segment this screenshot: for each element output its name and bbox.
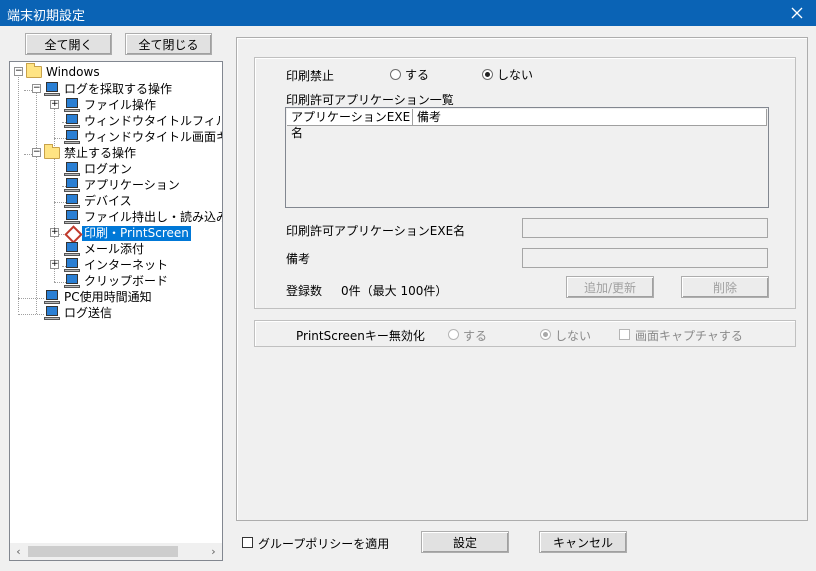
- tree-item-pc-usage[interactable]: PC使用時間通知: [44, 289, 154, 305]
- tree-item-log-ops[interactable]: ログを採取する操作: [44, 81, 174, 97]
- computer-icon: [64, 177, 80, 193]
- screen-capture-label[interactable]: 画面キャプチャする: [635, 327, 743, 344]
- print-prohibit-no-label[interactable]: しない: [497, 66, 533, 83]
- tree-item-clipboard[interactable]: クリップボード: [64, 273, 170, 289]
- note-label: 備考: [286, 252, 311, 266]
- scroll-thumb[interactable]: [28, 546, 178, 557]
- tree-expand-icon[interactable]: +: [50, 100, 59, 109]
- print-prohibit-yes-radio[interactable]: [390, 69, 401, 80]
- exe-name-input[interactable]: [522, 218, 768, 238]
- printscreen-yes-radio[interactable]: [448, 329, 459, 340]
- computer-icon: [64, 209, 80, 225]
- printscreen-no-label[interactable]: しない: [555, 327, 591, 344]
- tree-horizontal-scrollbar[interactable]: ‹ ›: [10, 543, 222, 560]
- folder-icon: [44, 144, 60, 159]
- computer-icon: [64, 193, 80, 209]
- tree-item-logon[interactable]: ログオン: [64, 161, 134, 177]
- tree-item-log-send[interactable]: ログ送信: [44, 305, 114, 321]
- computer-icon: [44, 305, 60, 321]
- computer-icon: [64, 129, 80, 145]
- add-update-button[interactable]: 追加/更新: [566, 276, 654, 298]
- ok-button[interactable]: 設定: [421, 531, 509, 553]
- group-policy-checkbox[interactable]: [242, 537, 253, 548]
- settings-tree[interactable]: − Windows − ログを採取する操作 + ファイル操作 ウィンドウタイトル…: [9, 61, 223, 561]
- tree-item-device[interactable]: デバイス: [64, 193, 134, 209]
- count-label: 登録数: [286, 284, 323, 298]
- window-title: 端末初期設定: [7, 9, 86, 24]
- tree-item-file-ops[interactable]: ファイル操作: [64, 97, 158, 113]
- print-prohibit-yes-label[interactable]: する: [405, 66, 429, 83]
- collapse-all-button[interactable]: 全て閉じる: [125, 33, 212, 55]
- scroll-left-icon[interactable]: ‹: [10, 543, 27, 560]
- tree-item-window-title-capture[interactable]: ウィンドウタイトル画面キャ: [64, 129, 222, 145]
- tree-item-prohibit-ops[interactable]: 禁止する操作: [44, 144, 138, 161]
- cancel-button[interactable]: キャンセル: [539, 531, 627, 553]
- tree-expand-icon[interactable]: +: [50, 260, 59, 269]
- title-bar: 端末初期設定: [0, 0, 816, 26]
- print-prohibit-no-radio[interactable]: [482, 69, 493, 80]
- printscreen-no-radio[interactable]: [540, 329, 551, 340]
- note-input[interactable]: [522, 248, 768, 268]
- computer-icon: [44, 289, 60, 305]
- computer-icon: [44, 81, 60, 97]
- printscreen-yes-label[interactable]: する: [463, 327, 487, 344]
- tree-item-windows[interactable]: Windows: [26, 63, 102, 80]
- tree-item-mail-attach[interactable]: メール添付: [64, 241, 146, 257]
- count-value: 0件（最大 100件）: [341, 284, 448, 298]
- computer-icon: [64, 97, 80, 113]
- tree-collapse-icon[interactable]: −: [32, 84, 41, 93]
- tree-item-application[interactable]: アプリケーション: [64, 177, 182, 193]
- scroll-right-icon[interactable]: ›: [205, 543, 222, 560]
- computer-icon: [64, 161, 80, 177]
- allowed-apps-list[interactable]: アプリケーションEXE名 備考: [285, 107, 769, 208]
- computer-icon: [64, 241, 80, 257]
- exe-name-label: 印刷許可アプリケーションEXE名: [286, 224, 466, 238]
- close-icon[interactable]: [778, 0, 816, 26]
- screen-capture-checkbox[interactable]: [619, 329, 630, 340]
- allowed-apps-label: 印刷許可アプリケーション一覧: [286, 93, 454, 107]
- column-header-exe[interactable]: アプリケーションEXE名: [287, 109, 413, 140]
- expand-all-button[interactable]: 全て開く: [25, 33, 112, 55]
- delete-button[interactable]: 削除: [681, 276, 769, 298]
- computer-icon: [64, 273, 80, 289]
- tree-item-print-screen[interactable]: 印刷・PrintScreen: [64, 225, 191, 241]
- print-prohibit-label: 印刷禁止: [286, 69, 335, 83]
- folder-icon: [26, 63, 42, 78]
- tree-item-window-title-filter[interactable]: ウィンドウタイトルフィルタ: [64, 113, 222, 129]
- prohibited-diamond-icon: [64, 226, 80, 241]
- tree-collapse-icon[interactable]: −: [32, 148, 41, 157]
- group-policy-label[interactable]: グループポリシーを適用: [258, 535, 389, 552]
- tree-item-file-transfer[interactable]: ファイル持出し・読み込み: [64, 209, 222, 225]
- printscreen-label: PrintScreenキー無効化: [296, 329, 425, 343]
- tree-expand-icon[interactable]: +: [50, 228, 59, 237]
- tree-collapse-icon[interactable]: −: [14, 67, 23, 76]
- computer-icon: [64, 113, 80, 129]
- column-header-note[interactable]: 備考: [413, 109, 767, 126]
- tree-item-internet[interactable]: インターネット: [64, 257, 170, 273]
- computer-icon: [64, 257, 80, 273]
